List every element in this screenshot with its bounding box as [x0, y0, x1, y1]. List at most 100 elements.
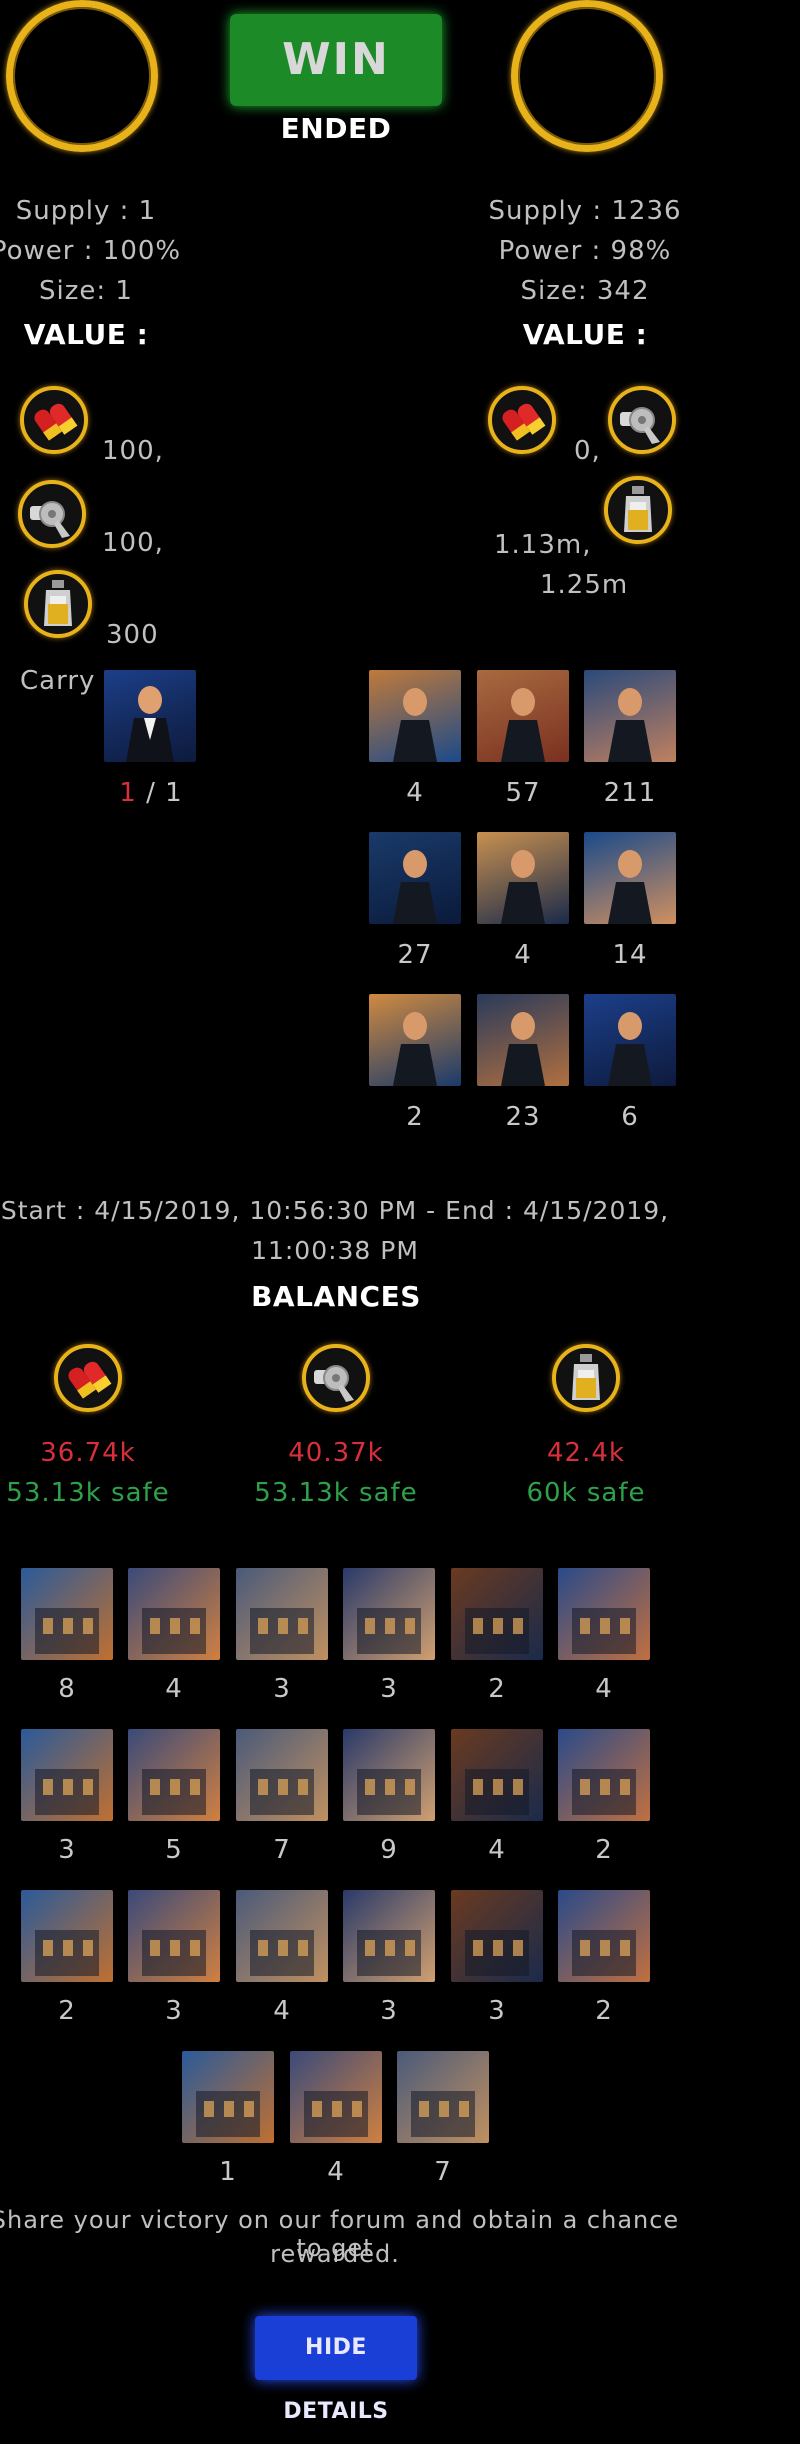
building-tile[interactable] [236, 1729, 328, 1821]
player-power: Power : 100% [0, 236, 182, 266]
balance-weapon-safe: 53.13k safe [254, 1478, 418, 1508]
unit-count: 211 [603, 778, 657, 808]
opponent-value-ammo: 0, [574, 436, 601, 466]
building-tile[interactable] [21, 1890, 113, 1982]
building-count: 4 [488, 1835, 506, 1865]
building-count: 4 [165, 1674, 183, 1704]
building-tile[interactable] [128, 1729, 220, 1821]
building-tile[interactable] [451, 1568, 543, 1660]
player-value-label: VALUE : [23, 318, 149, 351]
unit-tile[interactable] [584, 670, 676, 762]
building-count: 9 [380, 1835, 398, 1865]
unit-count: 57 [505, 778, 541, 808]
carry-total: 1 [165, 778, 183, 808]
unit-count: 14 [612, 940, 648, 970]
building-tile[interactable] [128, 1568, 220, 1660]
building-tile[interactable] [558, 1568, 650, 1660]
unit-tile[interactable] [104, 670, 196, 762]
ammo-icon [54, 1344, 122, 1412]
unit-tile[interactable] [369, 994, 461, 1086]
building-count: 3 [488, 1996, 506, 2026]
building-count: 2 [58, 1996, 76, 2026]
share-message-line2: rewarded. [270, 2240, 400, 2268]
revolver-icon [302, 1344, 370, 1412]
carry-count: 1 / 1 [96, 778, 206, 808]
unit-count: 4 [514, 940, 532, 970]
building-count: 3 [58, 1835, 76, 1865]
unit-tile[interactable] [477, 670, 569, 762]
revolver-icon [18, 480, 86, 548]
unit-tile[interactable] [477, 832, 569, 924]
building-count: 2 [595, 1835, 613, 1865]
building-count: 3 [380, 1996, 398, 2026]
carry-sep: / [136, 778, 166, 808]
building-count: 8 [58, 1674, 76, 1704]
building-tile[interactable] [21, 1568, 113, 1660]
unit-tile[interactable] [584, 994, 676, 1086]
building-tile[interactable] [290, 2051, 382, 2143]
building-count: 4 [273, 1996, 291, 2026]
building-count: 3 [273, 1674, 291, 1704]
building-tile[interactable] [451, 1729, 543, 1821]
building-count: 7 [434, 2157, 452, 2187]
building-count: 4 [327, 2157, 345, 2187]
balance-alcohol-safe: 60k safe [526, 1478, 646, 1508]
player-value-ammo: 100, [102, 436, 164, 466]
player-avatar[interactable] [6, 0, 158, 152]
status-label: ENDED [280, 112, 392, 145]
building-tile[interactable] [397, 2051, 489, 2143]
ammo-icon [488, 386, 556, 454]
building-count: 4 [595, 1674, 613, 1704]
balances-title: BALANCES [251, 1280, 421, 1313]
building-tile[interactable] [343, 1729, 435, 1821]
building-tile[interactable] [236, 1568, 328, 1660]
player-supply: Supply : 1 [15, 196, 157, 226]
unit-tile[interactable] [477, 994, 569, 1086]
opponent-value-label: VALUE : [522, 318, 648, 351]
opponent-supply: Supply : 1236 [488, 196, 682, 226]
balance-weapon: 40.37k [288, 1438, 384, 1468]
hide-details-button[interactable]: HIDE DETAILS [255, 2316, 417, 2424]
bottle-icon [604, 476, 672, 544]
building-count: 3 [165, 1996, 183, 2026]
unit-count: 4 [406, 778, 424, 808]
building-count: 7 [273, 1835, 291, 1865]
revolver-icon [608, 386, 676, 454]
carry-label: Carry [20, 666, 96, 696]
building-tile[interactable] [343, 1890, 435, 1982]
unit-count: 27 [397, 940, 433, 970]
player-value-alcohol: 300 [106, 620, 159, 650]
building-tile[interactable] [558, 1890, 650, 1982]
unit-tile[interactable] [584, 832, 676, 924]
building-tile[interactable] [236, 1890, 328, 1982]
balance-ammo: 36.74k [40, 1438, 136, 1468]
building-count: 5 [165, 1835, 183, 1865]
opponent-value-alcohol: 1.25m [540, 570, 629, 600]
player-size: Size: 1 [39, 276, 133, 306]
building-count: 1 [219, 2157, 237, 2187]
unit-tile[interactable] [369, 832, 461, 924]
unit-count: 2 [406, 1102, 424, 1132]
player-value-weapon: 100, [102, 528, 164, 558]
building-count: 3 [380, 1674, 398, 1704]
opponent-size: Size: 342 [520, 276, 650, 306]
battle-time-end-time: 11:00:38 PM [251, 1236, 419, 1265]
carry-current: 1 [119, 778, 137, 808]
building-tile[interactable] [343, 1568, 435, 1660]
bottle-icon [552, 1344, 620, 1412]
opponent-avatar[interactable] [511, 0, 663, 152]
unit-count: 6 [621, 1102, 639, 1132]
building-tile[interactable] [128, 1890, 220, 1982]
building-tile[interactable] [21, 1729, 113, 1821]
bottle-icon [24, 570, 92, 638]
opponent-power: Power : 98% [498, 236, 672, 266]
building-count: 2 [488, 1674, 506, 1704]
unit-tile[interactable] [369, 670, 461, 762]
balance-alcohol: 42.4k [547, 1438, 625, 1468]
building-tile[interactable] [451, 1890, 543, 1982]
ammo-icon [20, 386, 88, 454]
building-tile[interactable] [182, 2051, 274, 2143]
building-tile[interactable] [558, 1729, 650, 1821]
opponent-value-weapon: 1.13m, [494, 530, 592, 560]
win-badge: WIN [230, 14, 442, 106]
